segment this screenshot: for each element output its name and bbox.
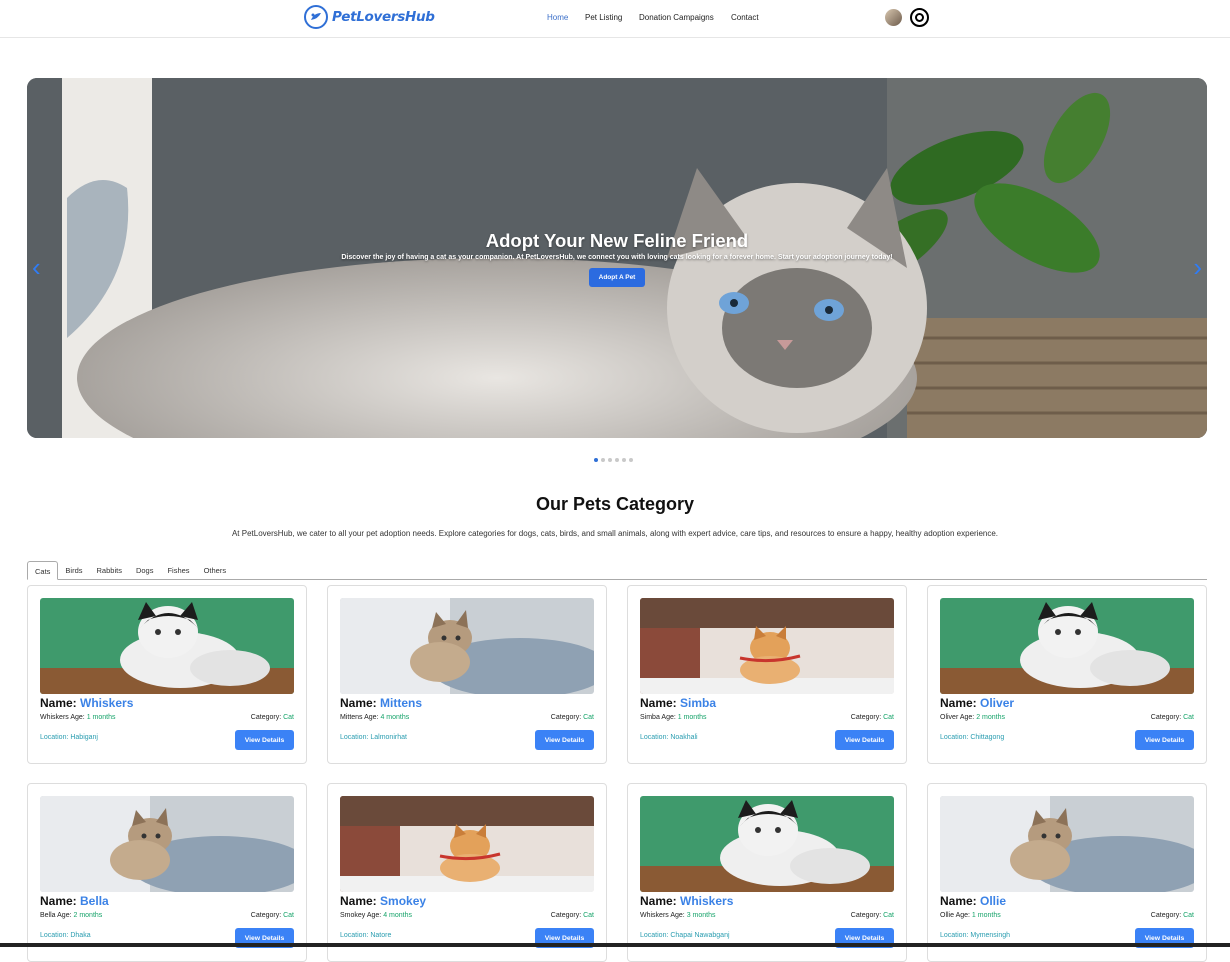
- pet-location: Location: Chapai Nawabganj: [640, 932, 730, 939]
- pet-category: Category: Cat: [250, 714, 294, 721]
- top-navbar: PetLoversHub Home Pet Listing Donation C…: [0, 0, 1230, 38]
- section-description: At PetLoversHub, we cater to all your pe…: [231, 529, 999, 538]
- pet-card: Name: Whiskers Whiskers Age: 3 months Cate…: [627, 783, 907, 962]
- pet-card: Name: Bella Bella Age: 2 months Category: …: [27, 783, 307, 962]
- carousel-dot[interactable]: [594, 458, 598, 462]
- carousel-pagination: [594, 458, 633, 462]
- nav-donation-campaigns[interactable]: Donation Campaigns: [639, 13, 714, 22]
- hero-carousel: Adopt Your New Feline Friend Discover th…: [27, 78, 1207, 438]
- pet-photo: [640, 796, 894, 892]
- view-details-button[interactable]: View Details: [535, 730, 594, 750]
- nav-home[interactable]: Home: [547, 13, 568, 22]
- pet-photo: [40, 796, 294, 892]
- pet-category: Category: Cat: [550, 714, 594, 721]
- carousel-dot[interactable]: [601, 458, 605, 462]
- hero-title: Adopt Your New Feline Friend: [485, 230, 749, 251]
- profile-ring-icon[interactable]: [910, 8, 929, 27]
- pet-name: Name: Simba: [640, 696, 717, 710]
- pet-category: Category: Cat: [1150, 714, 1194, 721]
- pet-age: Whiskers Age: 1 months: [40, 714, 116, 721]
- paw-icon: [304, 5, 328, 29]
- pet-name: Name: Mittens: [340, 696, 423, 710]
- hero-content: Adopt Your New Feline Friend Discover th…: [27, 230, 1207, 287]
- pet-name: Name: Whiskers: [640, 894, 734, 908]
- pet-age: Smokey Age: 4 months: [340, 912, 412, 919]
- carousel-dot[interactable]: [615, 458, 619, 462]
- pet-age: Simba Age: 1 months: [640, 714, 707, 721]
- tab-others[interactable]: Others: [197, 561, 234, 580]
- pet-age: Bella Age: 2 months: [40, 912, 103, 919]
- nav-pet-listing[interactable]: Pet Listing: [585, 13, 622, 22]
- pet-photo: [640, 598, 894, 694]
- pet-age: Ollie Age: 1 months: [940, 912, 1001, 919]
- pet-card: Name: Smokey Smokey Age: 4 months Category…: [327, 783, 607, 962]
- pet-category: Category: Cat: [850, 912, 894, 919]
- pet-name: Name: Whiskers: [40, 696, 134, 710]
- pet-age: Oliver Age: 2 months: [940, 714, 1005, 721]
- pet-category: Category: Cat: [550, 912, 594, 919]
- brand-name: PetLoversHub: [332, 9, 435, 25]
- pet-photo: [340, 598, 594, 694]
- pet-category: Category: Cat: [250, 912, 294, 919]
- view-details-button[interactable]: View Details: [835, 730, 894, 750]
- pet-location: Location: Mymensingh: [940, 932, 1011, 939]
- pet-card: Name: Simba Simba Age: 1 months Category: …: [627, 585, 907, 764]
- pet-location: Location: Habiganj: [40, 734, 98, 741]
- brand-logo[interactable]: PetLoversHub: [304, 5, 435, 29]
- pet-name: Name: Smokey: [340, 894, 427, 908]
- view-details-button[interactable]: View Details: [1135, 730, 1194, 750]
- tab-cats[interactable]: Cats: [27, 561, 59, 580]
- tab-birds[interactable]: Birds: [58, 561, 89, 580]
- adopt-a-pet-button[interactable]: Adopt A Pet: [588, 268, 646, 287]
- tab-dogs[interactable]: Dogs: [129, 561, 161, 580]
- pet-card: Name: Whiskers Whiskers Age: 1 months Cate…: [27, 585, 307, 764]
- hero-subtitle: Discover the joy of having a cat as your…: [341, 254, 893, 261]
- pet-name: Name: Ollie: [940, 894, 1007, 908]
- carousel-prev-icon[interactable]: ‹: [32, 254, 41, 280]
- section-title: Our Pets Category: [535, 494, 695, 514]
- pet-location: Location: Noakhali: [640, 734, 698, 741]
- view-details-button[interactable]: View Details: [235, 730, 294, 750]
- pet-card: Name: Mittens Mittens Age: 4 months Catego…: [327, 585, 607, 764]
- pet-photo: [940, 598, 1194, 694]
- tab-rabbits[interactable]: Rabbits: [90, 561, 129, 580]
- pet-name: Name: Bella: [40, 894, 109, 908]
- window-bottom-edge: [0, 943, 1230, 947]
- category-tabs: Cats Birds Rabbits Dogs Fishes Others: [27, 561, 1207, 580]
- pet-location: Location: Natore: [340, 932, 392, 939]
- pet-age: Whiskers Age: 3 months: [640, 912, 716, 919]
- pet-photo: [340, 796, 594, 892]
- pet-card: Name: Oliver Oliver Age: 2 months Category…: [927, 585, 1207, 764]
- carousel-dot[interactable]: [608, 458, 612, 462]
- pet-card: Name: Ollie Ollie Age: 1 months Category: …: [927, 783, 1207, 962]
- pet-location: Location: Dhaka: [40, 932, 91, 939]
- pet-photo: [40, 598, 294, 694]
- pet-age: Mittens Age: 4 months: [340, 714, 410, 721]
- tab-fishes[interactable]: Fishes: [160, 561, 196, 580]
- pet-category: Category: Cat: [850, 714, 894, 721]
- pet-location: Location: Lalmonirhat: [340, 734, 407, 741]
- carousel-dot[interactable]: [622, 458, 626, 462]
- pet-photo: [940, 796, 1194, 892]
- nav-contact[interactable]: Contact: [731, 13, 759, 22]
- user-avatar[interactable]: [885, 9, 902, 26]
- pet-category: Category: Cat: [1150, 912, 1194, 919]
- carousel-dot[interactable]: [629, 458, 633, 462]
- carousel-next-icon[interactable]: ›: [1193, 254, 1202, 280]
- pet-location: Location: Chittagong: [940, 734, 1005, 741]
- pet-name: Name: Oliver: [940, 696, 1015, 710]
